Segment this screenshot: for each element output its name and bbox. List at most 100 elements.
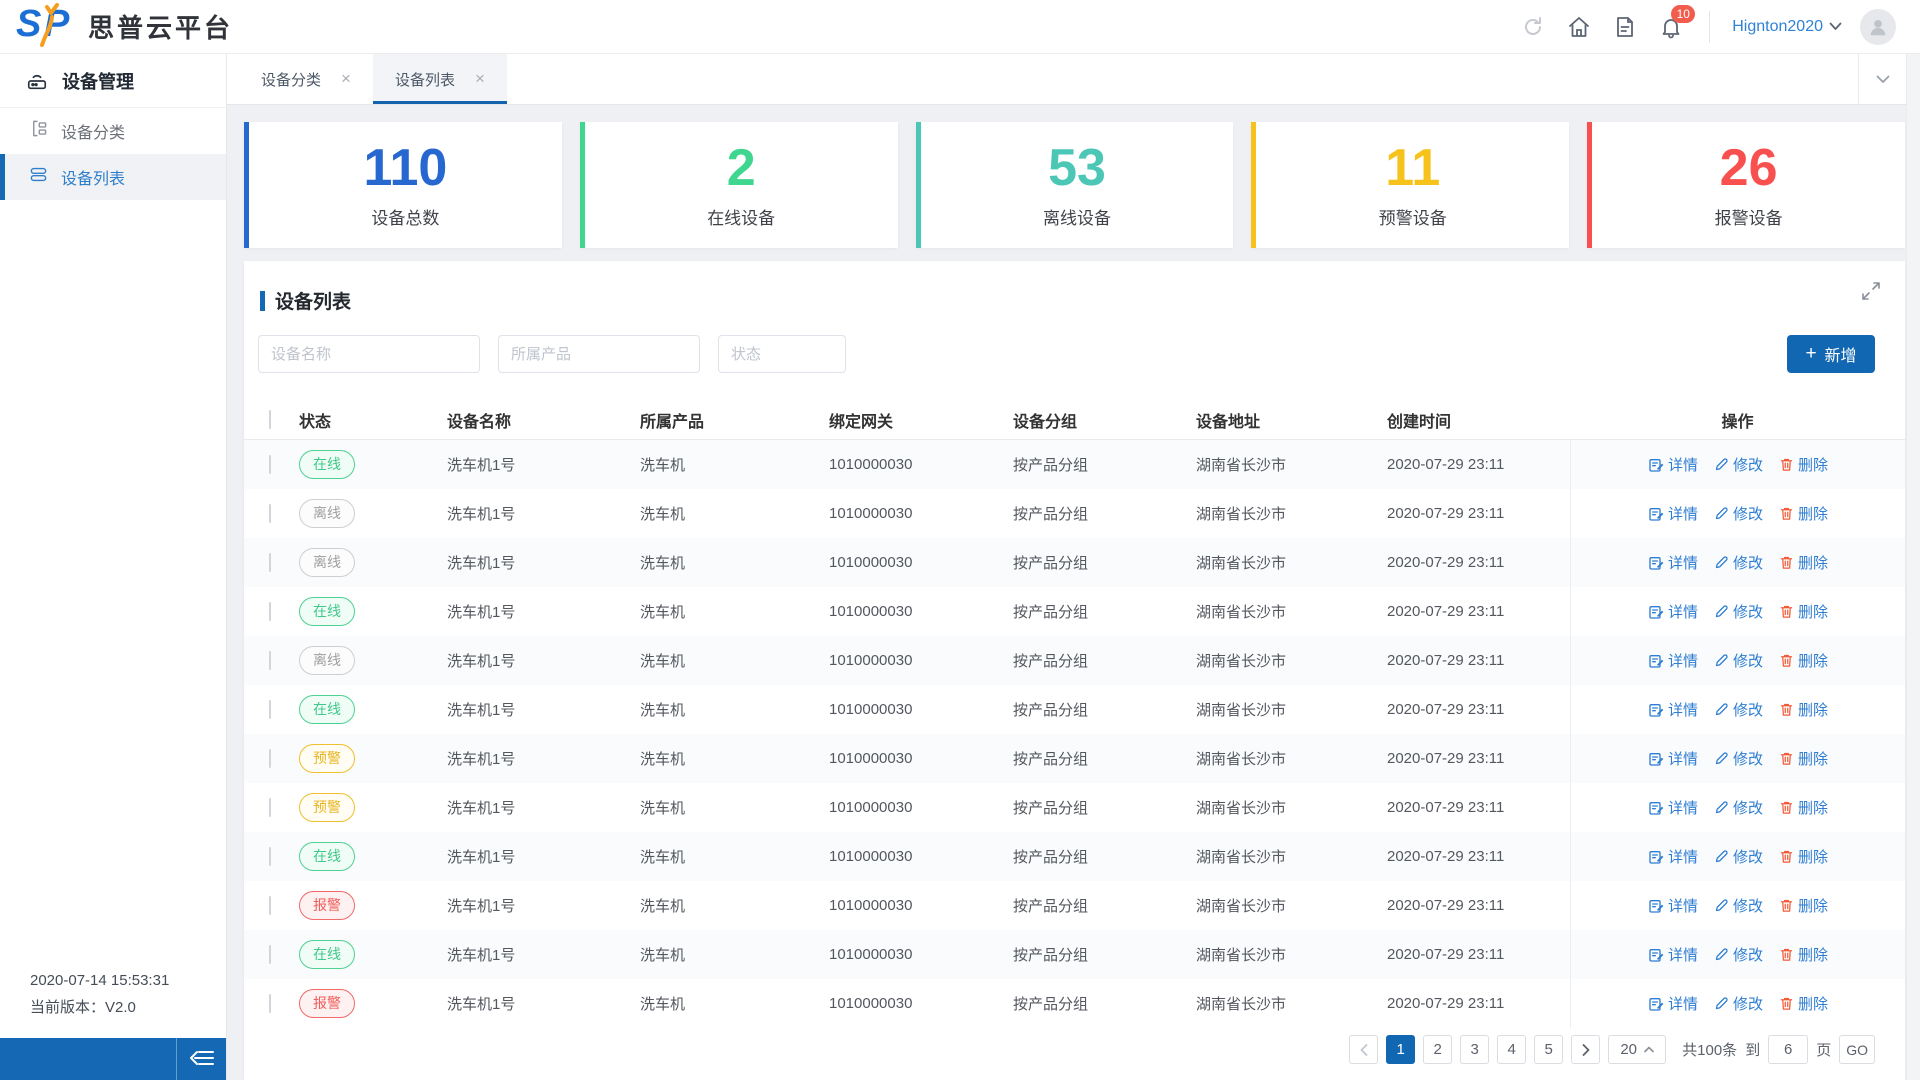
- edit-link[interactable]: 修改: [1714, 895, 1763, 916]
- status-badge: 在线: [299, 450, 355, 479]
- home-icon[interactable]: [1567, 15, 1591, 39]
- page-button-5[interactable]: 5: [1534, 1035, 1564, 1064]
- edit-link[interactable]: 修改: [1714, 699, 1763, 720]
- delete-link[interactable]: 删除: [1779, 993, 1828, 1014]
- prev-page-button[interactable]: [1349, 1035, 1379, 1064]
- row-checkbox[interactable]: [269, 847, 271, 866]
- page-button-3[interactable]: 3: [1460, 1035, 1490, 1064]
- status-badge: 在线: [299, 597, 355, 626]
- tab-close-icon[interactable]: ×: [341, 69, 351, 89]
- collapse-sidebar-button[interactable]: [176, 1038, 226, 1080]
- delete-link[interactable]: 删除: [1779, 650, 1828, 671]
- detail-link[interactable]: 详情: [1648, 748, 1698, 769]
- edit-label: 修改: [1732, 996, 1763, 1013]
- add-device-button[interactable]: + 新增: [1787, 335, 1875, 373]
- detail-icon: [1649, 850, 1664, 864]
- product-input[interactable]: [498, 335, 700, 373]
- page-button-4[interactable]: 4: [1497, 1035, 1527, 1064]
- stat-value: 2: [726, 139, 756, 198]
- page-size-select[interactable]: 20: [1608, 1035, 1667, 1064]
- delete-link[interactable]: 删除: [1779, 895, 1828, 916]
- row-checkbox[interactable]: [269, 994, 271, 1013]
- row-checkbox[interactable]: [269, 455, 271, 474]
- row-checkbox[interactable]: [269, 651, 271, 670]
- detail-link[interactable]: 详情: [1648, 797, 1698, 818]
- row-checkbox[interactable]: [269, 553, 271, 572]
- delete-label: 删除: [1798, 996, 1829, 1013]
- delete-link[interactable]: 删除: [1779, 699, 1828, 720]
- detail-link[interactable]: 详情: [1648, 552, 1698, 573]
- edit-link[interactable]: 修改: [1714, 944, 1763, 965]
- row-checkbox[interactable]: [269, 798, 271, 817]
- user-menu[interactable]: Hignton2020: [1732, 18, 1842, 36]
- select-all-checkbox[interactable]: [269, 409, 271, 429]
- page-button-1[interactable]: 1: [1386, 1035, 1416, 1064]
- detail-link[interactable]: 详情: [1648, 601, 1698, 622]
- edit-link[interactable]: 修改: [1714, 748, 1763, 769]
- page-button-2[interactable]: 2: [1423, 1035, 1453, 1064]
- detail-link[interactable]: 详情: [1648, 454, 1698, 475]
- row-checkbox[interactable]: [269, 504, 271, 523]
- detail-label: 详情: [1667, 506, 1698, 523]
- sidebar-item[interactable]: 设备分类: [0, 108, 226, 154]
- edit-label: 修改: [1732, 702, 1763, 719]
- delete-label: 删除: [1798, 702, 1829, 719]
- address-cell: 湖南省长沙市: [1196, 751, 1287, 768]
- expand-icon[interactable]: [1861, 281, 1881, 306]
- delete-link[interactable]: 删除: [1779, 944, 1828, 965]
- edit-link[interactable]: 修改: [1714, 846, 1763, 867]
- tab[interactable]: 设备分类 ×: [239, 54, 373, 104]
- row-checkbox[interactable]: [269, 700, 271, 719]
- avatar[interactable]: [1860, 8, 1896, 45]
- row-checkbox[interactable]: [269, 749, 271, 768]
- detail-link[interactable]: 详情: [1648, 993, 1698, 1014]
- detail-link[interactable]: 详情: [1648, 944, 1698, 965]
- edit-link[interactable]: 修改: [1714, 797, 1763, 818]
- device-name-input[interactable]: [258, 335, 480, 373]
- delete-link[interactable]: 删除: [1779, 503, 1828, 524]
- delete-link[interactable]: 删除: [1779, 797, 1828, 818]
- refresh-icon[interactable]: [1521, 15, 1545, 39]
- detail-label: 详情: [1667, 555, 1698, 572]
- detail-link[interactable]: 详情: [1648, 699, 1698, 720]
- header-divider: [1709, 10, 1711, 43]
- edit-label: 修改: [1732, 457, 1763, 474]
- scrollbar[interactable]: [1906, 54, 1920, 1080]
- bell-icon[interactable]: 10: [1659, 4, 1696, 39]
- delete-link[interactable]: 删除: [1779, 748, 1828, 769]
- tab[interactable]: 设备列表 ×: [372, 54, 507, 104]
- detail-link[interactable]: 详情: [1648, 650, 1698, 671]
- edit-label: 修改: [1732, 506, 1763, 523]
- row-checkbox[interactable]: [269, 945, 271, 964]
- sidebar-item[interactable]: 设备列表: [0, 154, 226, 200]
- tab-list-dropdown-button[interactable]: [1858, 54, 1906, 104]
- document-icon[interactable]: [1613, 15, 1637, 39]
- edit-link[interactable]: 修改: [1714, 650, 1763, 671]
- delete-link[interactable]: 删除: [1779, 846, 1828, 867]
- tab-close-icon[interactable]: ×: [475, 69, 485, 89]
- chevron-down-icon: [1829, 22, 1842, 30]
- gateway-cell: 1010000030: [829, 505, 913, 522]
- status-input[interactable]: [718, 335, 846, 373]
- delete-link[interactable]: 删除: [1779, 454, 1828, 475]
- edit-link[interactable]: 修改: [1714, 552, 1763, 573]
- detail-link[interactable]: 详情: [1648, 503, 1698, 524]
- detail-label: 详情: [1667, 996, 1698, 1013]
- next-page-button[interactable]: [1571, 1035, 1601, 1064]
- created-cell: 2020-07-29 23:11: [1387, 652, 1505, 669]
- goto-page-input[interactable]: [1768, 1035, 1809, 1064]
- delete-link[interactable]: 删除: [1779, 601, 1828, 622]
- detail-icon: [1649, 654, 1664, 668]
- edit-link[interactable]: 修改: [1714, 454, 1763, 475]
- go-button[interactable]: GO: [1839, 1035, 1875, 1064]
- delete-link[interactable]: 删除: [1779, 552, 1828, 573]
- group-cell: 按产品分组: [1013, 800, 1089, 817]
- row-checkbox[interactable]: [269, 602, 271, 621]
- row-checkbox[interactable]: [269, 896, 271, 915]
- edit-link[interactable]: 修改: [1714, 601, 1763, 622]
- detail-link[interactable]: 详情: [1648, 895, 1698, 916]
- edit-link[interactable]: 修改: [1714, 993, 1763, 1014]
- detail-link[interactable]: 详情: [1648, 846, 1698, 867]
- edit-link[interactable]: 修改: [1714, 503, 1763, 524]
- address-cell: 湖南省长沙市: [1196, 947, 1287, 964]
